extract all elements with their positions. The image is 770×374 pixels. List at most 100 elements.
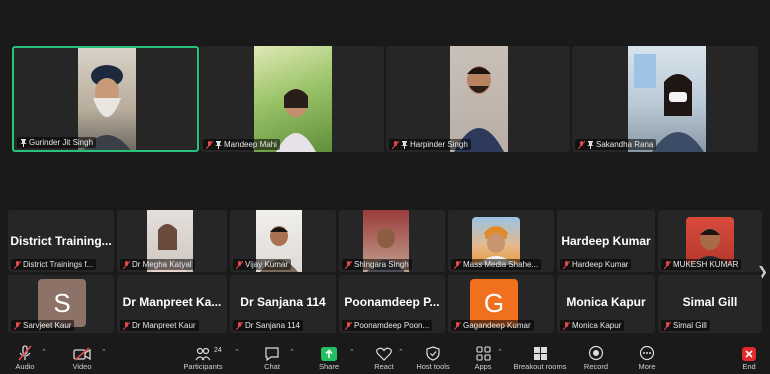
participant-name: Gagandeep Kumar [463, 321, 531, 330]
strip-tile-sarvjeet[interactable]: S Sarvjeet Kaur [8, 275, 114, 333]
name-tag: Simal Gill [661, 320, 710, 331]
participant-name: Monica Kapur [572, 321, 622, 330]
participants-icon [195, 347, 211, 361]
share-button[interactable]: Share [304, 344, 354, 371]
react-options-chevron-up-icon[interactable]: ⌃ [398, 348, 404, 356]
end-meeting-button[interactable]: End [724, 344, 770, 371]
participant-name: Gurinder Jit Singh [29, 138, 94, 147]
video-button[interactable]: Video [57, 344, 107, 371]
mic-muted-icon [345, 321, 352, 330]
record-label: Record [583, 362, 609, 371]
more-icon [639, 345, 655, 361]
name-tag: Harpinder Singh [389, 139, 471, 150]
participant-name: Dr Manpreet Kaur [132, 321, 196, 330]
share-label: Share [318, 362, 339, 371]
participant-display-name: Dr Manpreet Ka... [122, 295, 222, 309]
name-tag: Hardeep Kumar [560, 259, 632, 270]
participant-video [78, 48, 136, 150]
breakout-rooms-icon [533, 347, 547, 360]
participants-label: Participants [183, 362, 223, 371]
strip-tile-mukesh[interactable]: MUKESH KUMAR [658, 210, 762, 272]
participant-display-name: District Training... [10, 234, 112, 248]
pin-icon [20, 138, 27, 147]
chat-options-chevron-up-icon[interactable]: ⌃ [289, 348, 295, 356]
participant-name: Vijay Kumar [245, 260, 288, 269]
strip-tile-mass-media[interactable]: Mass Media Shahe... [448, 210, 554, 272]
share-options-chevron-up-icon[interactable]: ⌃ [349, 348, 355, 356]
participant-name: Dr Sanjana 114 [245, 321, 300, 330]
chat-icon [265, 347, 279, 361]
participant-name: Mass Media Shahe... [463, 260, 539, 269]
participant-display-name: Monica Kapur [566, 295, 646, 309]
participant-video [450, 46, 508, 152]
mic-muted-icon [454, 260, 461, 269]
strip-tile-gagandeep[interactable]: G Gagandeep Kumar [448, 275, 554, 333]
mic-muted-icon [392, 140, 399, 149]
participant-display-name: Simal Gill [682, 295, 738, 309]
video-label: Video [72, 362, 92, 371]
host-tools-button[interactable]: Host tools [408, 344, 458, 371]
name-tag: Poonamdeep Poon... [342, 320, 433, 331]
name-tag: Gagandeep Kumar [451, 320, 534, 331]
profile-picture [686, 217, 734, 265]
strip-tile-hardeep[interactable]: Hardeep Kumar Hardeep Kumar [557, 210, 655, 272]
strip-tile-manpreet[interactable]: Dr Manpreet Ka... Dr Manpreet Kaur [117, 275, 227, 333]
mic-muted-icon [14, 260, 21, 269]
mic-muted-icon [123, 321, 130, 330]
strip-tile-shingara[interactable]: Shingara Singh [339, 210, 445, 272]
audio-label: Audio [15, 362, 35, 371]
mic-muted-icon [123, 260, 130, 269]
strip-tile-vijay[interactable]: Vijay Kumar [230, 210, 336, 272]
participant-display-name: Hardeep Kumar [561, 234, 651, 248]
profile-picture [472, 217, 520, 265]
strip-tile-sanjana[interactable]: Dr Sanjana 114 Dr Sanjana 114 [230, 275, 336, 333]
more-button[interactable]: More [622, 344, 672, 371]
strip-tile-poonamdeep[interactable]: Poonamdeep P... Poonamdeep Poon... [339, 275, 445, 333]
pin-icon [215, 140, 222, 149]
video-tile-mandeep[interactable]: Mandeep Mahi [200, 46, 384, 152]
name-tag: Gurinder Jit Singh [17, 137, 97, 148]
participant-name: Dr Megha Katyal [132, 260, 192, 269]
participant-name: MUKESH KUMAR [673, 260, 739, 269]
mic-muted-icon [454, 321, 461, 330]
strip-tile-megha[interactable]: Dr Megha Katyal [117, 210, 227, 272]
video-tile-gurinder[interactable]: Gurinder Jit Singh [12, 46, 199, 152]
video-options-chevron-up-icon[interactable]: ⌃ [101, 348, 107, 356]
name-tag: Dr Sanjana 114 [233, 320, 303, 331]
participant-name: District Trainings f... [23, 260, 94, 269]
end-call-icon [742, 347, 756, 361]
mic-muted-icon [563, 321, 570, 330]
name-tag: Mandeep Mahi [203, 139, 280, 150]
participants-options-chevron-up-icon[interactable]: ⌃ [234, 348, 240, 356]
participant-name: Simal Gill [673, 321, 707, 330]
shield-icon [426, 346, 440, 361]
participant-video [628, 46, 706, 152]
meeting-toolbar: Audio ⌃ Video ⌃ Participants 24 ⌃ Chat ⌃… [0, 344, 770, 374]
mic-muted-icon [236, 321, 243, 330]
host-tools-label: Host tools [416, 362, 450, 371]
participant-count: 24 [214, 347, 222, 354]
record-button[interactable]: Record [571, 344, 621, 371]
video-tile-harpinder[interactable]: Harpinder Singh [386, 46, 570, 152]
participant-name: Mandeep Mahi [224, 140, 277, 149]
react-label: React [374, 362, 394, 371]
name-tag: Dr Manpreet Kaur [120, 320, 199, 331]
participant-name: Sakandha Rana [596, 140, 654, 149]
participant-name: Poonamdeep Poon... [354, 321, 430, 330]
participant-name: Harpinder Singh [410, 140, 468, 149]
mic-muted-icon [236, 260, 243, 269]
apps-options-chevron-up-icon[interactable]: ⌃ [497, 348, 503, 356]
pin-icon [587, 140, 594, 149]
video-tile-sakandha[interactable]: Sakandha Rana [572, 46, 758, 152]
video-off-icon [73, 347, 91, 361]
strip-tile-district[interactable]: District Training... District Trainings … [8, 210, 114, 272]
mic-muted-icon [206, 140, 213, 149]
name-tag: Sakandha Rana [575, 139, 657, 150]
participant-display-name: Dr Sanjana 114 [240, 295, 326, 309]
strip-tile-monica[interactable]: Monica Kapur Monica Kapur [557, 275, 655, 333]
breakout-rooms-button[interactable]: Breakout rooms [512, 344, 568, 371]
name-tag: Monica Kapur [560, 320, 625, 331]
audio-options-chevron-up-icon[interactable]: ⌃ [41, 348, 47, 356]
strip-tile-simal[interactable]: Simal Gill Simal Gill [658, 275, 762, 333]
name-tag: Vijay Kumar [233, 259, 291, 270]
